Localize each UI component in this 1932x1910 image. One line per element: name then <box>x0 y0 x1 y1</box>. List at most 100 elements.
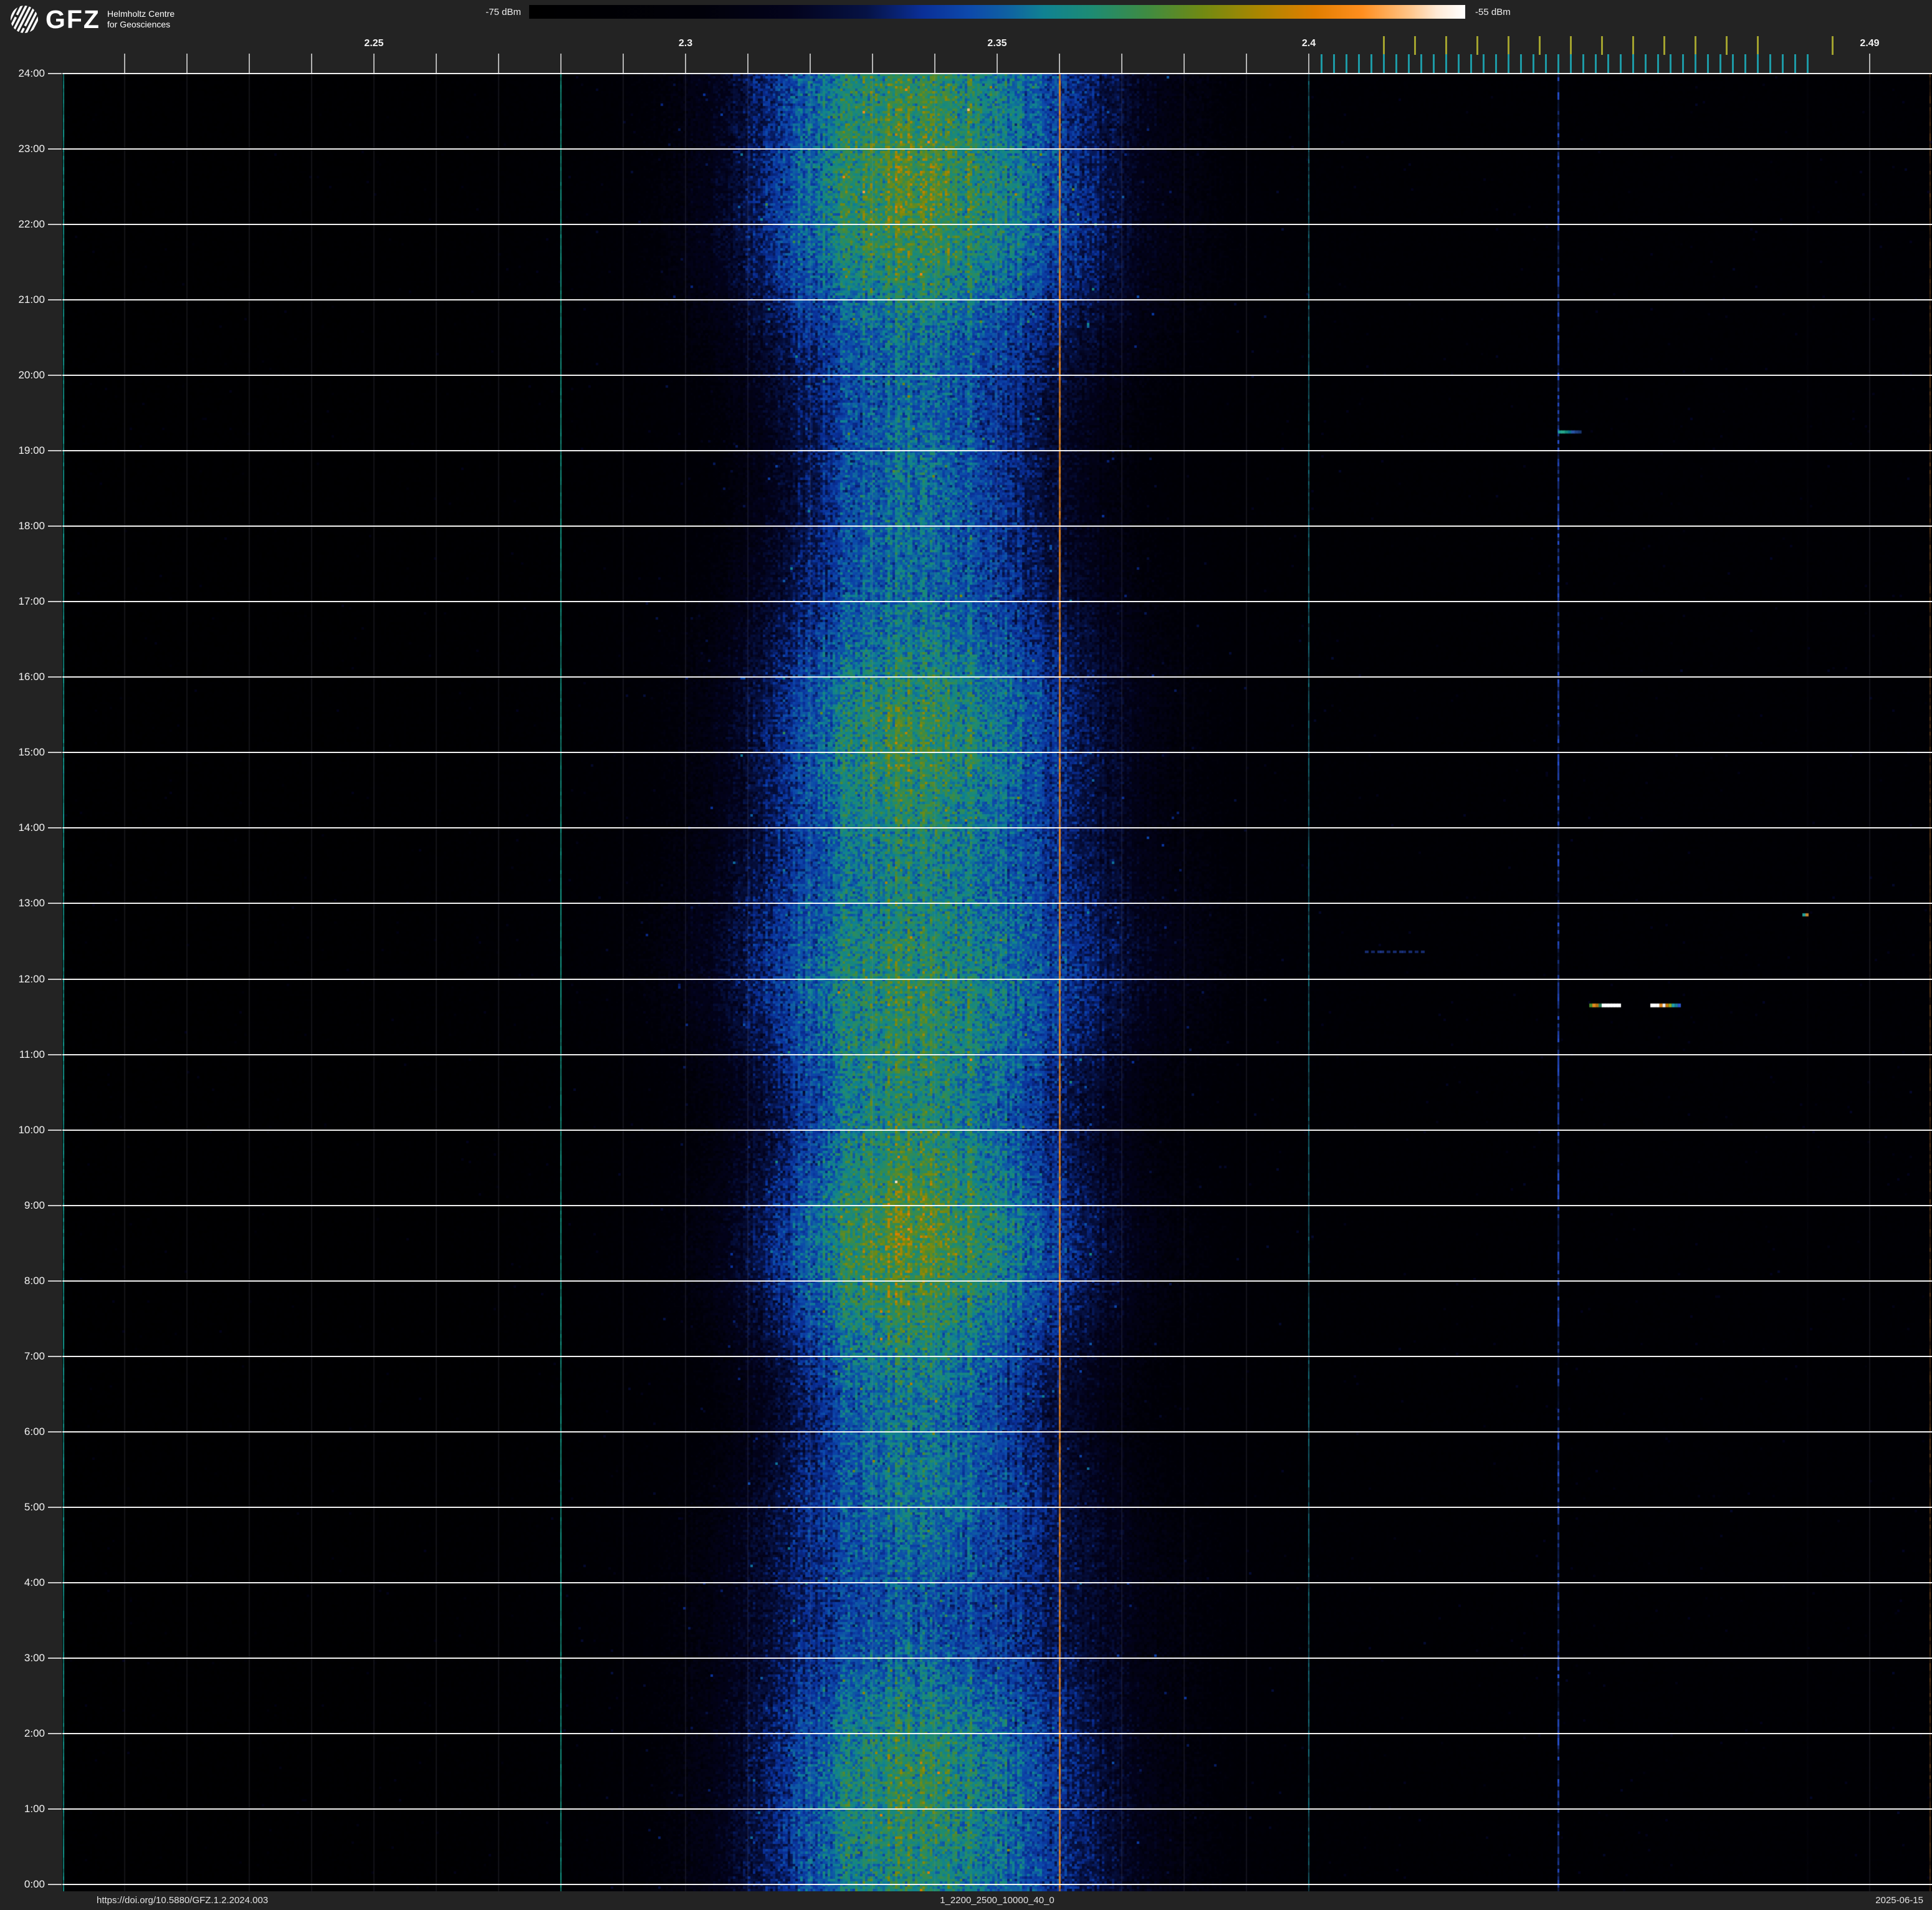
hour-tick <box>48 299 62 301</box>
hour-tick <box>48 676 62 678</box>
spectrogram-canvas[interactable] <box>62 74 1932 1891</box>
gfz-logo-icon <box>10 5 39 34</box>
freq-minor-tick <box>373 54 375 73</box>
hour-gridline <box>62 1506 1932 1508</box>
ble-channel-tick <box>1357 54 1360 73</box>
hour-gridline <box>62 525 1932 527</box>
hour-gridline <box>62 224 1932 226</box>
freq-minor-tick <box>1308 54 1309 73</box>
wifi-channel-tick <box>1756 36 1759 55</box>
logo-subtitle: Helmholtz Centre for Geosciences <box>107 9 175 29</box>
time-label: 18:00 <box>18 520 45 532</box>
freq-minor-tick <box>311 54 312 73</box>
time-label: 24:00 <box>18 67 45 79</box>
hour-tick <box>48 1431 62 1432</box>
hour-tick <box>48 224 62 226</box>
footer-bar: https://doi.org/10.5880/GFZ.1.2.2024.003… <box>0 1891 1932 1910</box>
wifi-channel-tick <box>1476 36 1478 55</box>
hour-tick <box>48 978 62 980</box>
ble-channel-tick <box>1432 54 1435 73</box>
logo-acronym: GFZ <box>45 5 100 34</box>
gfz-logo: GFZ Helmholtz Centre for Geosciences <box>10 4 175 34</box>
ble-channel-tick <box>1569 54 1572 73</box>
ble-channel-tick <box>1407 54 1410 73</box>
freq-label: 2.3 <box>678 38 693 49</box>
freq-minor-tick <box>1184 54 1185 73</box>
time-label: 7:00 <box>24 1350 45 1362</box>
wifi-channel-tick <box>1382 36 1385 55</box>
hour-gridline <box>62 375 1932 377</box>
hour-tick <box>48 1355 62 1357</box>
hour-tick <box>48 1581 62 1583</box>
hour-tick <box>48 450 62 452</box>
ble-channel-tick <box>1507 54 1509 73</box>
time-label: 19:00 <box>18 444 45 457</box>
hour-gridline <box>62 1732 1932 1734</box>
freq-minor-tick <box>685 54 686 73</box>
hour-gridline <box>62 1884 1932 1885</box>
ble-channel-tick <box>1644 54 1647 73</box>
time-label: 20:00 <box>18 369 45 382</box>
freq-minor-tick <box>623 54 624 73</box>
hour-gridline <box>62 827 1932 829</box>
wifi-channel-tick <box>1569 36 1572 55</box>
ble-channel-tick <box>1457 54 1460 73</box>
freq-minor-tick <box>186 54 188 73</box>
freq-label: 2.35 <box>987 38 1007 49</box>
ble-channel-tick <box>1395 54 1397 73</box>
hour-gridline <box>62 1657 1932 1659</box>
freq-minor-tick <box>872 54 873 73</box>
hour-tick <box>48 1053 62 1055</box>
freq-minor-tick <box>1246 54 1247 73</box>
ble-channel-tick <box>1420 54 1422 73</box>
hour-tick <box>48 601 62 603</box>
freq-minor-tick <box>997 54 998 73</box>
freq-minor-tick <box>249 54 250 73</box>
freq-label: 2.25 <box>364 38 384 49</box>
time-label: 4:00 <box>24 1576 45 1588</box>
hour-tick <box>48 73 62 74</box>
hour-tick <box>48 752 62 754</box>
ble-channel-tick <box>1657 54 1659 73</box>
hour-tick <box>48 1204 62 1206</box>
ble-channel-tick <box>1694 54 1696 73</box>
freq-minor-tick <box>498 54 499 73</box>
hour-gridline <box>62 1280 1932 1282</box>
time-label: 23:00 <box>18 143 45 155</box>
ble-channel-tick <box>1794 54 1796 73</box>
hour-gridline <box>62 299 1932 301</box>
wifi-channel-tick <box>1413 36 1416 55</box>
ble-channel-tick <box>1756 54 1759 73</box>
hour-tick <box>48 1808 62 1810</box>
hour-gridline <box>62 1808 1932 1810</box>
time-label: 10:00 <box>18 1123 45 1136</box>
ble-channel-tick <box>1806 54 1809 73</box>
hour-gridline <box>62 1053 1932 1055</box>
wifi-channel-tick <box>1507 36 1509 55</box>
freq-minor-tick <box>1059 54 1060 73</box>
wifi-channel-tick <box>1663 36 1665 55</box>
ble-channel-tick <box>1370 54 1372 73</box>
hour-gridline <box>62 752 1932 754</box>
hour-gridline <box>62 1431 1932 1432</box>
time-label: 14:00 <box>18 822 45 834</box>
colorbar-max-label: -55 dBm <box>1475 7 1511 17</box>
ble-channel-tick <box>1719 54 1721 73</box>
time-label: 16:00 <box>18 671 45 683</box>
freq-minor-tick <box>436 54 437 73</box>
date-label: 2025-06-15 <box>1875 1895 1923 1906</box>
freq-minor-tick <box>560 54 562 73</box>
hour-gridline <box>62 1204 1932 1206</box>
ble-channel-tick <box>1619 54 1622 73</box>
ble-channel-tick <box>1706 54 1709 73</box>
ble-channel-tick <box>1744 54 1746 73</box>
ble-channel-tick <box>1382 54 1385 73</box>
ble-channel-tick <box>1494 54 1497 73</box>
ble-channel-tick <box>1781 54 1784 73</box>
time-label: 6:00 <box>24 1425 45 1437</box>
time-label: 9:00 <box>24 1199 45 1211</box>
time-label: 12:00 <box>18 972 45 985</box>
colorbar-gradient <box>529 5 1465 19</box>
hour-tick <box>48 827 62 829</box>
ble-channel-tick <box>1731 54 1734 73</box>
